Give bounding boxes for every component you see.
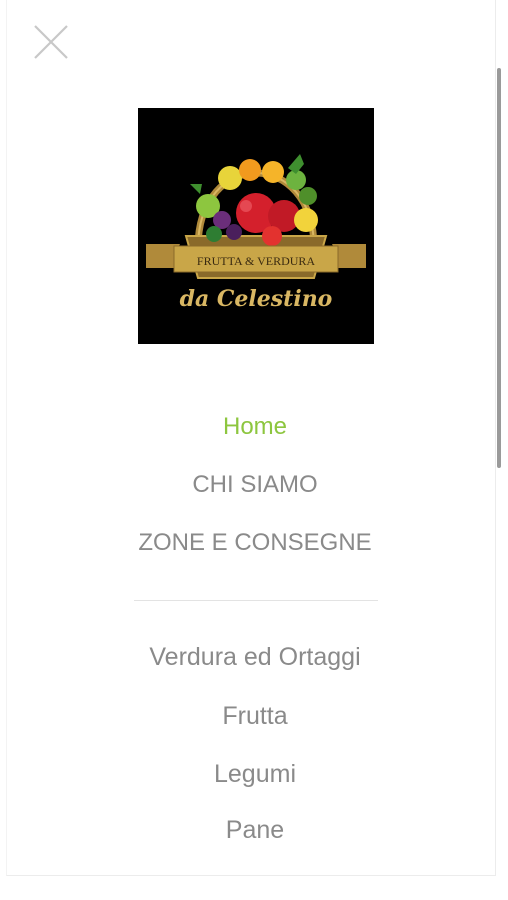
- menu-divider: [134, 600, 378, 601]
- menu-item-home[interactable]: Home: [7, 411, 503, 443]
- close-button[interactable]: [31, 22, 71, 62]
- side-menu-panel: FRUTTA & VERDURA da Celestino Home CHI S…: [6, 0, 501, 876]
- category-item-legumi[interactable]: Legumi: [7, 758, 503, 790]
- fruit-basket-logo: FRUTTA & VERDURA da Celestino: [146, 154, 366, 312]
- store-logo[interactable]: FRUTTA & VERDURA da Celestino: [138, 108, 374, 344]
- category-item-frutta[interactable]: Frutta: [7, 700, 503, 732]
- menu-item-zone-e-consegne[interactable]: ZONE E CONSEGNE: [7, 527, 503, 559]
- scrollbar[interactable]: [497, 68, 501, 468]
- category-item-verdura[interactable]: Verdura ed Ortaggi: [7, 641, 503, 673]
- close-icon: [34, 25, 68, 59]
- menu-item-chi-siamo[interactable]: CHI SIAMO: [7, 469, 503, 501]
- svg-text:FRUTTA & VERDURA: FRUTTA & VERDURA: [197, 254, 316, 268]
- category-item-pane[interactable]: Pane: [7, 814, 503, 846]
- svg-text:da Celestino: da Celestino: [180, 286, 333, 312]
